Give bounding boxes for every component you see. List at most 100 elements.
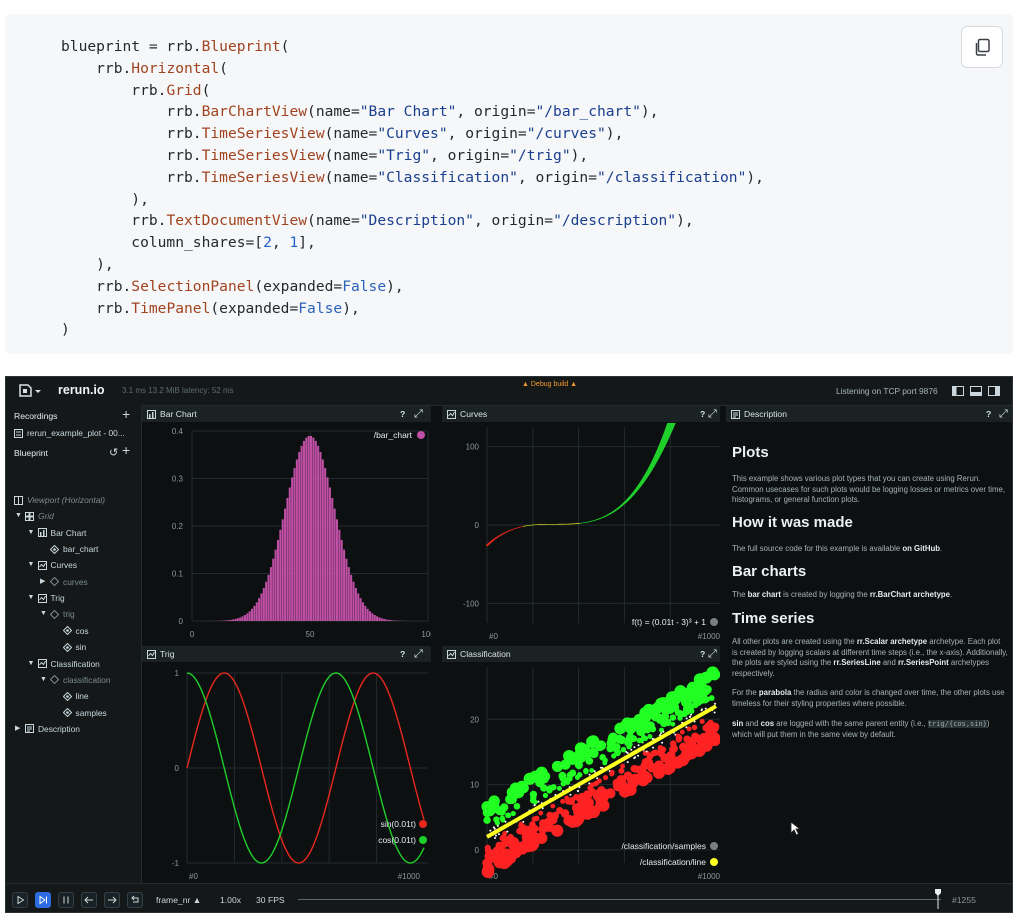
tree-item-curves[interactable]: ▼ Curves xyxy=(6,557,140,573)
fps-setting[interactable]: 30 FPS xyxy=(256,895,285,905)
app-name[interactable]: rerun.io xyxy=(58,383,105,397)
code-line: rrb.TimeSeriesView(name="Curves", origin… xyxy=(61,125,624,143)
tree-item-description[interactable]: ▶ Description xyxy=(6,721,140,737)
sample-point xyxy=(682,744,693,755)
sample-point xyxy=(586,735,599,749)
code-line: rrb.Horizontal( xyxy=(61,59,228,77)
description-content: Plots This example shows various plot ty… xyxy=(732,423,1008,881)
step-forward-button[interactable] xyxy=(104,892,120,908)
sample-point xyxy=(567,798,575,805)
bar-chart-help-icon[interactable]: ? xyxy=(400,406,405,422)
tree-item-classification[interactable]: ▼ Classification xyxy=(6,656,140,672)
time-series-icon xyxy=(447,650,456,659)
tree-item-samples[interactable]: samples xyxy=(6,705,140,721)
legend-swatch xyxy=(710,842,718,850)
collapse-arrow-icon[interactable]: ▼ xyxy=(28,590,35,606)
timeline-track[interactable] xyxy=(298,899,941,900)
follow-button[interactable] xyxy=(35,892,51,908)
classification-title[interactable]: Classification xyxy=(460,646,511,662)
expand-arrow-icon[interactable]: ▶ xyxy=(40,574,45,590)
github-link[interactable]: on GitHub xyxy=(902,544,940,553)
timeline-selector[interactable]: frame_nr ▲ xyxy=(156,895,201,905)
curves-help-icon[interactable]: ? xyxy=(700,406,705,422)
rerun-viewer: rerun.io 3.1 ms 13.2 MiB latency: 52 ms … xyxy=(5,376,1013,913)
curves-maximize-icon[interactable]: ⤢ xyxy=(708,406,717,422)
curves-plot[interactable]: 100 0 -100 #0 #1000 f(t) = (0.01t - 3)³ + 1 xyxy=(442,423,720,644)
description-title[interactable]: Description xyxy=(744,406,787,422)
playback-speed[interactable]: 1.00x xyxy=(220,895,241,905)
doc-icon xyxy=(25,724,34,734)
toggle-right-panel-icon[interactable] xyxy=(988,386,1000,396)
trig-title[interactable]: Trig xyxy=(160,646,174,662)
trig-plot[interactable]: 1 0 -1 #0 #1000 sin(0.01t) cos(0.01t) xyxy=(142,663,431,883)
loop-button[interactable] xyxy=(127,892,143,908)
sample-point xyxy=(529,797,536,804)
bar xyxy=(248,611,251,621)
collapse-arrow-icon[interactable]: ▼ xyxy=(28,525,35,541)
collapse-arrow-icon[interactable]: ▼ xyxy=(28,656,35,672)
bar-chart-archetype-link[interactable]: rr.BarChart archetype xyxy=(870,590,950,599)
sample-point xyxy=(535,777,545,788)
tree-item-trig[interactable]: ▼ trig xyxy=(6,606,140,622)
curves-title[interactable]: Curves xyxy=(460,406,487,422)
scalar-archetype-link[interactable]: rr.Scalar archetype xyxy=(857,637,927,646)
tree-item-cos[interactable]: cos xyxy=(6,623,140,639)
series-line-link[interactable]: rr.SeriesLine xyxy=(833,658,880,667)
bar-chart-maximize-icon[interactable]: ⤢ xyxy=(414,406,423,422)
bar-chart-title[interactable]: Bar Chart xyxy=(160,406,197,422)
add-view-icon[interactable]: + xyxy=(122,442,130,458)
paragraph-how-made: The full source code for this example is… xyxy=(732,544,943,553)
sample-point xyxy=(682,705,690,713)
pause-button[interactable] xyxy=(58,892,74,908)
reset-blueprint-icon[interactable]: ↺ xyxy=(109,446,118,459)
timeline-scrubber[interactable] xyxy=(934,889,941,909)
tree-item-sin[interactable]: sin xyxy=(6,639,140,655)
collapse-arrow-icon[interactable]: ▼ xyxy=(15,508,22,524)
description-maximize-icon[interactable]: ⤢ xyxy=(999,406,1008,422)
play-button[interactable] xyxy=(12,892,28,908)
step-back-button[interactable] xyxy=(81,892,97,908)
sample-point xyxy=(614,722,627,735)
bar xyxy=(376,616,379,621)
time-panel: frame_nr ▲ 1.00x 30 FPS #1255 xyxy=(6,883,1012,912)
sample-point xyxy=(497,833,500,836)
toggle-bottom-panel-icon[interactable] xyxy=(970,386,982,396)
legend-label: /bar_chart xyxy=(374,430,413,440)
tree-item-trig[interactable]: ▼ Trig xyxy=(6,590,140,606)
tree-item-line[interactable]: line xyxy=(6,688,140,704)
tree-item-bar-chart[interactable]: ▼ Bar Chart xyxy=(6,525,140,541)
toggle-left-panel-icon[interactable] xyxy=(952,386,964,396)
bar-chart-plot[interactable]: 0 0.1 0.2 0.3 0.4 0 50 100/bar_chart xyxy=(142,423,431,644)
tree-item-label: Curves xyxy=(50,560,78,571)
bar xyxy=(385,619,388,621)
tree-item-viewport-horizontal-[interactable]: Viewport (Horizontal) xyxy=(6,492,140,508)
tree-item-bar-chart[interactable]: bar_chart xyxy=(6,541,140,557)
sample-point xyxy=(493,816,500,823)
classification-maximize-icon[interactable]: ⤢ xyxy=(708,646,717,662)
tree-item-classification[interactable]: ▼ classification xyxy=(6,672,140,688)
sample-point xyxy=(689,708,695,714)
bar xyxy=(258,598,261,621)
bar xyxy=(364,605,367,621)
add-recording-icon[interactable]: + xyxy=(122,406,130,422)
trig-help-icon[interactable]: ? xyxy=(400,646,405,662)
collapse-arrow-icon[interactable]: ▼ xyxy=(28,557,35,573)
sample-point xyxy=(690,713,693,716)
code-line: rrb.TextDocumentView(name="Description",… xyxy=(61,212,694,230)
series-point-link[interactable]: rr.SeriesPoint xyxy=(898,658,949,667)
classification-plot[interactable]: 20100#0 #1000/classification/samples/clas… xyxy=(442,663,720,883)
description-help-icon[interactable]: ? xyxy=(986,406,991,422)
collapse-arrow-icon[interactable]: ▼ xyxy=(40,672,47,688)
collapse-arrow-icon[interactable]: ▼ xyxy=(40,606,47,622)
trig-maximize-icon[interactable]: ⤢ xyxy=(414,646,423,662)
recording-item[interactable]: rerun_example_plot - 00... xyxy=(27,428,125,438)
rerun-menu-icon[interactable] xyxy=(17,383,43,399)
classification-help-icon[interactable]: ? xyxy=(700,646,705,662)
copy-button[interactable] xyxy=(961,26,1003,68)
tree-item-curves[interactable]: ▶ curves xyxy=(6,574,140,590)
y-tick-label: 10 xyxy=(470,781,479,790)
tree-item-grid[interactable]: ▼ Grid xyxy=(6,508,140,524)
legend-label: /classification/samples xyxy=(621,841,706,851)
x-tick-label: #0 xyxy=(489,632,498,641)
expand-arrow-icon[interactable]: ▶ xyxy=(15,721,20,737)
